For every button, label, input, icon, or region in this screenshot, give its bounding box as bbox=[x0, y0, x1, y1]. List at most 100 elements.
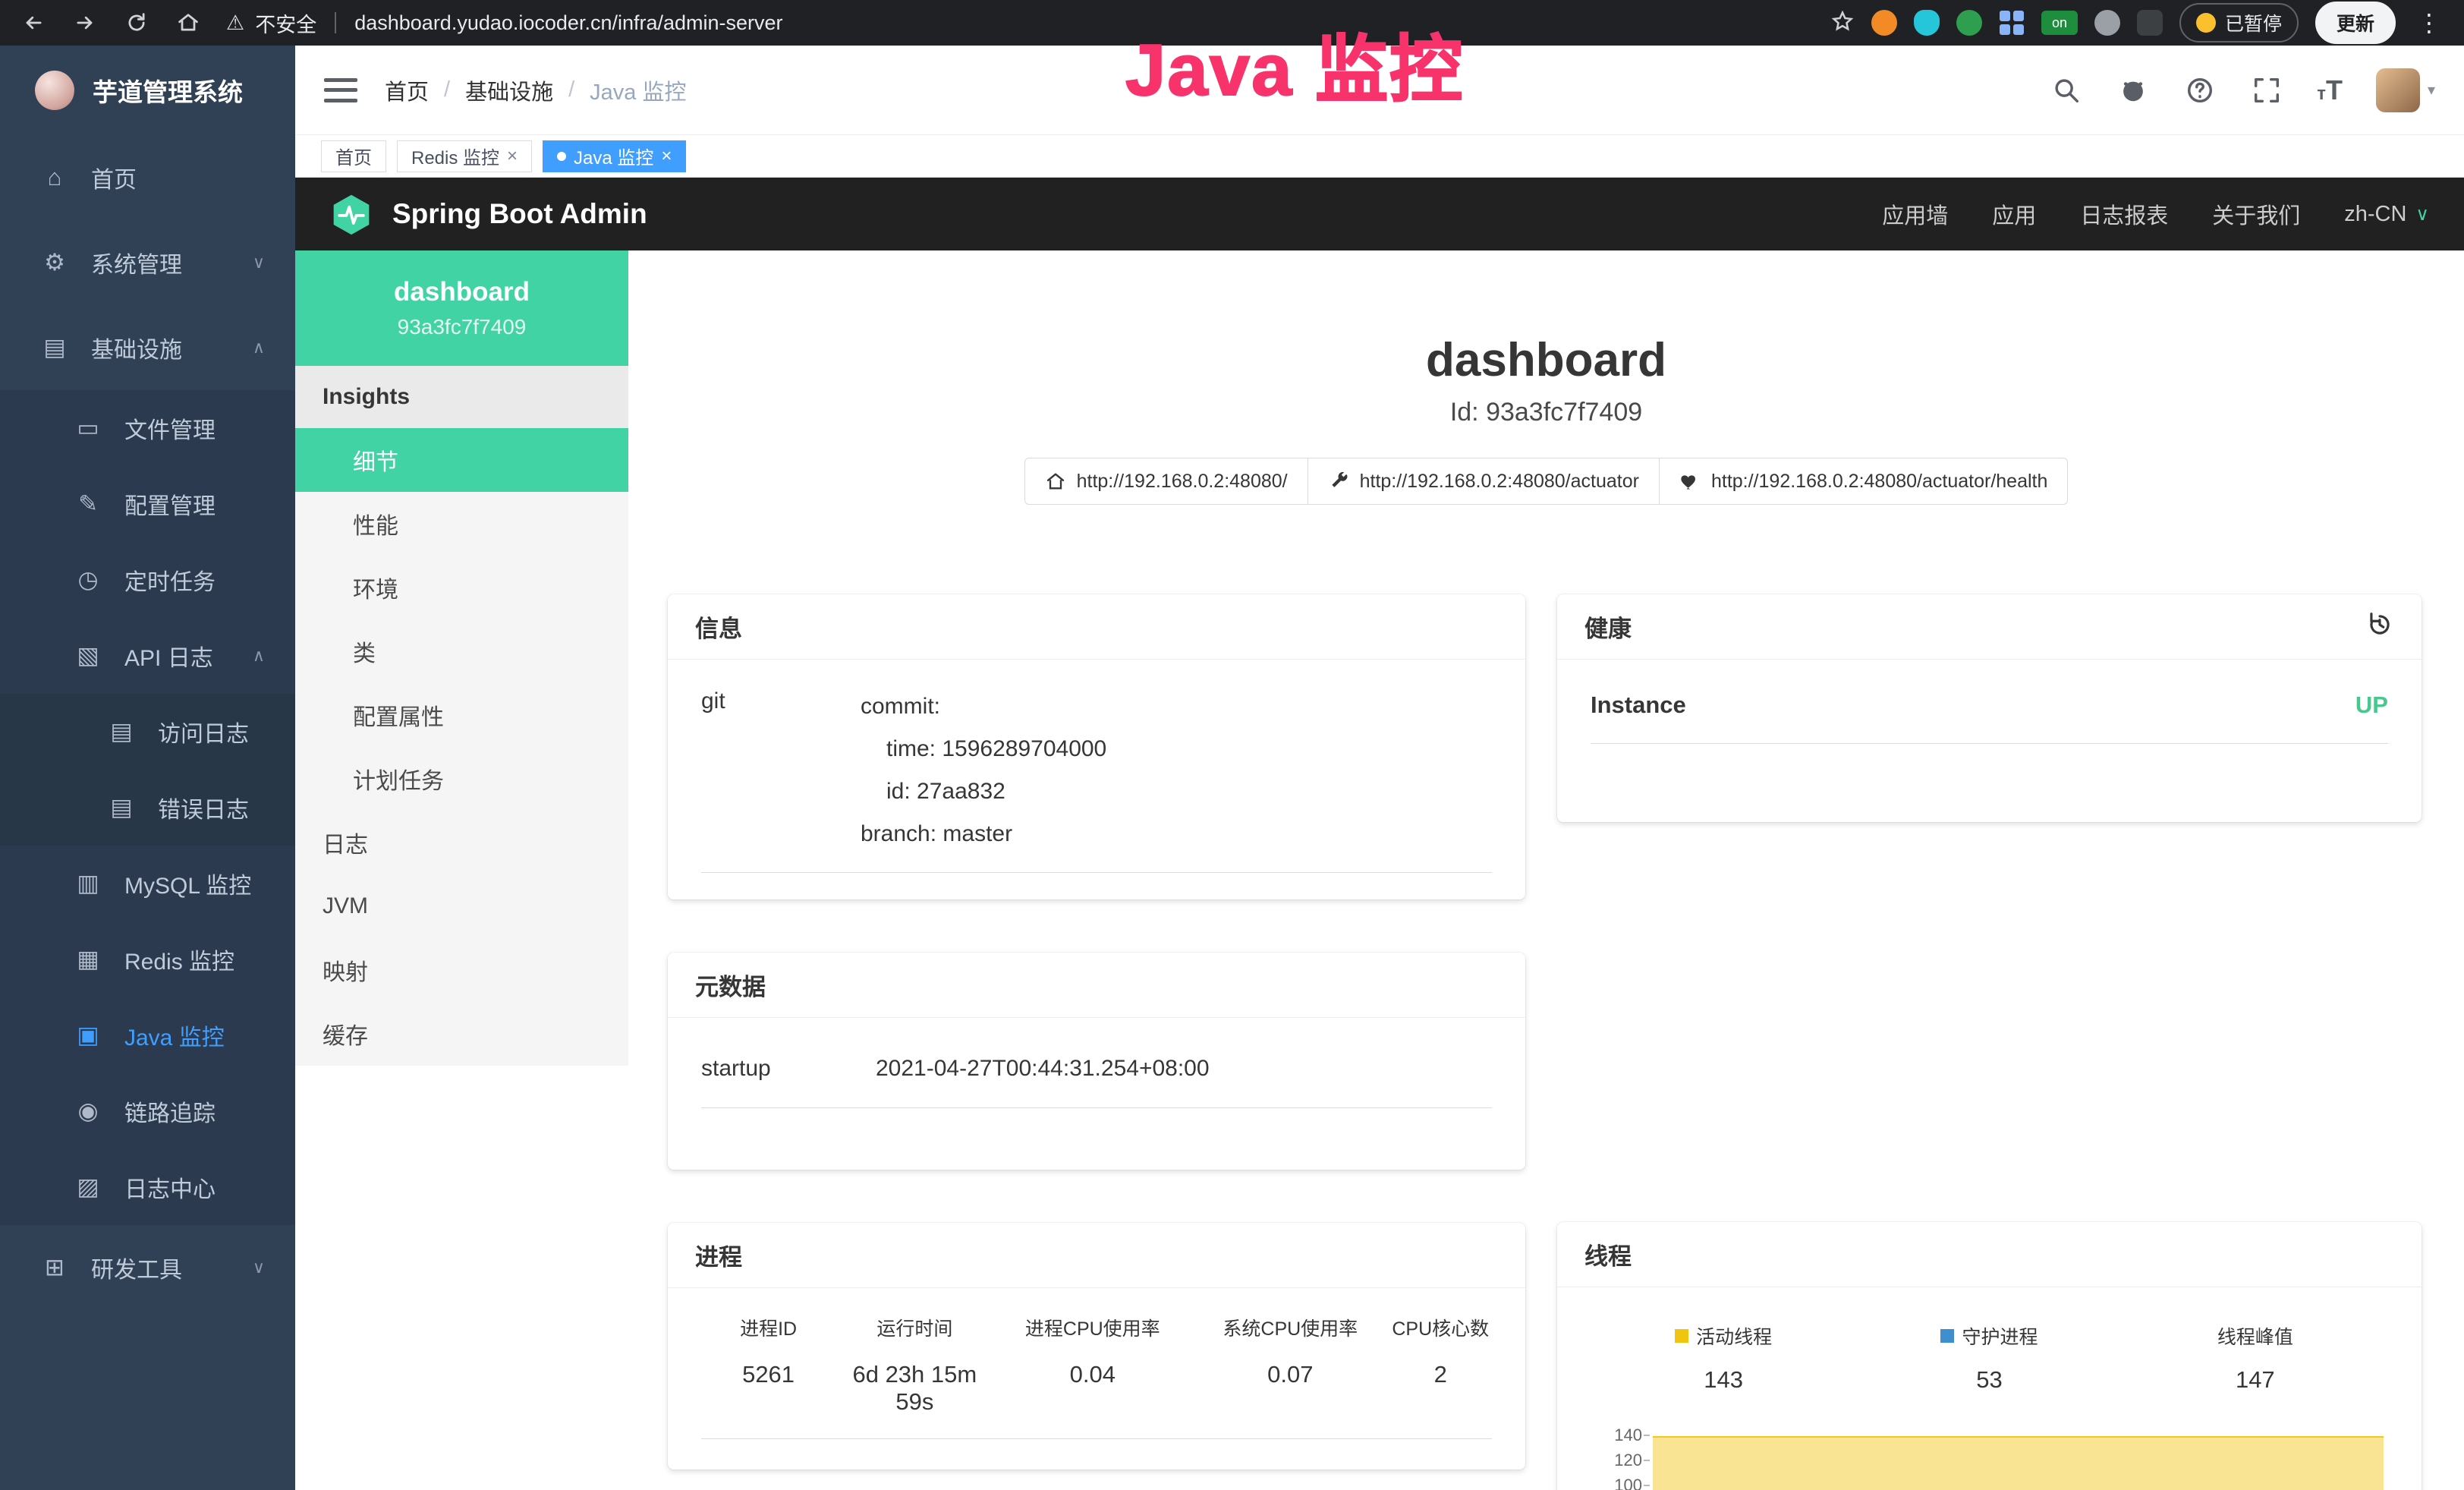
app-logo-avatar bbox=[35, 71, 74, 110]
chevron-down-icon: ∨ bbox=[2415, 203, 2429, 225]
back-icon[interactable] bbox=[18, 8, 49, 38]
close-icon[interactable]: × bbox=[661, 147, 672, 165]
sidebar-item-mysql-monitor[interactable]: ▥ MySQL 监控 bbox=[0, 846, 295, 921]
sidebar-item-tracing[interactable]: ◉ 链路追踪 bbox=[0, 1073, 295, 1149]
menu-item-environment[interactable]: 环境 bbox=[295, 556, 628, 619]
legend-swatch bbox=[1940, 1329, 1954, 1343]
menu-item-classes[interactable]: 类 bbox=[295, 619, 628, 683]
edit-icon: ✎ bbox=[71, 490, 105, 518]
extension-icon[interactable] bbox=[2094, 10, 2120, 36]
fullscreen-icon[interactable] bbox=[2250, 74, 2283, 107]
instance-id: 93a3fc7f7409 bbox=[398, 315, 527, 339]
sidebar-item-config-management[interactable]: ✎ 配置管理 bbox=[0, 466, 295, 542]
sidebar-item-redis-monitor[interactable]: ▦ Redis 监控 bbox=[0, 921, 295, 997]
nav-wallboard[interactable]: 应用墙 bbox=[1882, 198, 1948, 230]
font-size-icon[interactable]: тT bbox=[2317, 74, 2343, 106]
breadcrumb-home[interactable]: 首页 bbox=[385, 74, 429, 106]
sidebar-item-access-logs[interactable]: ▤ 访问日志 bbox=[0, 694, 295, 770]
nav-journal[interactable]: 日志报表 bbox=[2080, 198, 2168, 230]
tab-redis-monitor[interactable]: Redis 监控 × bbox=[397, 140, 532, 172]
browser-home-icon[interactable] bbox=[173, 8, 203, 38]
tab-home[interactable]: 首页 bbox=[321, 140, 386, 172]
chevron-up-icon: ∧ bbox=[253, 338, 265, 358]
chart-area-series bbox=[1653, 1436, 2384, 1490]
process-values-row: 5261 6d 23h 15m 59s 0.04 0.07 2 bbox=[701, 1361, 1492, 1439]
health-url-link[interactable]: http://192.168.0.2:48080/actuator/health bbox=[1659, 458, 2068, 505]
extension-icon[interactable] bbox=[1956, 10, 1982, 36]
breadcrumb-separator bbox=[568, 77, 574, 102]
close-icon[interactable]: × bbox=[507, 147, 518, 165]
breadcrumb-infrastructure[interactable]: 基础设施 bbox=[465, 74, 553, 106]
log-icon: ▧ bbox=[71, 642, 105, 669]
extension-grid-icon[interactable] bbox=[1999, 10, 2025, 36]
refresh-icon[interactable] bbox=[121, 8, 152, 38]
menu-item-details[interactable]: 细节 bbox=[295, 428, 628, 492]
profile-paused-badge[interactable]: 已暂停 bbox=[2179, 3, 2299, 43]
menu-section-insights: Insights bbox=[295, 366, 628, 428]
menu-item-mappings[interactable]: 映射 bbox=[295, 938, 628, 1002]
threads-card: 线程 活动线程 143 守护进程 53 bbox=[1557, 1222, 2422, 1490]
sidebar-item-infrastructure[interactable]: ▤ 基础设施 ∧ bbox=[0, 305, 295, 390]
sidebar-item-error-logs[interactable]: ▤ 错误日志 bbox=[0, 770, 295, 846]
admin-sidebar: 芋道管理系统 ⌂ 首页 ⚙ 系统管理 ∨ ▤ 基础设施 ∧ ▭ 文件管理 ✎ bbox=[0, 46, 295, 1490]
sidebar-item-system[interactable]: ⚙ 系统管理 ∨ bbox=[0, 220, 295, 305]
sidebar-item-dev-tools[interactable]: ⊞ 研发工具 ∨ bbox=[0, 1225, 295, 1310]
app-title: 芋道管理系统 bbox=[93, 72, 243, 109]
locale-select[interactable]: zh-CN ∨ bbox=[2344, 202, 2429, 227]
extension-on-badge[interactable]: on bbox=[2041, 11, 2078, 35]
history-icon[interactable] bbox=[2365, 610, 2394, 643]
sidebar-menu: ⌂ 首页 ⚙ 系统管理 ∨ ▤ 基础设施 ∧ ▭ 文件管理 ✎ 配置管理 bbox=[0, 135, 295, 1310]
sidebar-item-file-management[interactable]: ▭ 文件管理 bbox=[0, 390, 295, 466]
extension-icon[interactable] bbox=[1871, 10, 1897, 36]
chrome-update-button[interactable]: 更新 bbox=[2315, 2, 2396, 44]
sba-nav: 应用墙 应用 日志报表 关于我们 zh-CN ∨ bbox=[1882, 198, 2429, 230]
legend-live-threads: 活动线程 143 bbox=[1591, 1322, 1856, 1394]
card-title: 元数据 bbox=[695, 968, 766, 1002]
menu-item-caches[interactable]: 缓存 bbox=[295, 1002, 628, 1066]
instance-header[interactable]: dashboard 93a3fc7f7409 bbox=[295, 250, 628, 366]
avatar bbox=[2376, 68, 2420, 112]
tab-java-monitor[interactable]: Java 监控 × bbox=[543, 140, 686, 172]
actuator-url-link[interactable]: http://192.168.0.2:48080/actuator bbox=[1308, 458, 1660, 505]
card-title: 健康 bbox=[1584, 610, 1632, 644]
menu-item-jvm[interactable]: JVM bbox=[295, 874, 628, 938]
info-value: commit: time: 1596289704000 id: 27aa832 … bbox=[861, 685, 1492, 855]
gear-icon: ⚙ bbox=[38, 249, 71, 276]
info-card: 信息 git commit: time: 1596289704000 id: 2… bbox=[668, 594, 1525, 899]
mysql-icon: ▥ bbox=[71, 870, 105, 897]
file-icon: ▭ bbox=[71, 414, 105, 442]
github-icon[interactable] bbox=[2116, 74, 2150, 107]
search-icon[interactable] bbox=[2050, 74, 2083, 107]
app-logo[interactable]: 芋道管理系统 bbox=[0, 46, 295, 135]
security-label: 不安全 bbox=[255, 8, 316, 38]
extensions-puzzle-icon[interactable] bbox=[2137, 10, 2163, 36]
user-avatar[interactable]: ▾ bbox=[2376, 68, 2435, 112]
bookmark-star-icon[interactable] bbox=[1830, 9, 1855, 37]
process-card: 进程 进程ID 运行时间 进程CPU使用率 系统CPU使用率 CPU核心数 bbox=[668, 1223, 1525, 1470]
service-url-link[interactable]: http://192.168.0.2:48080/ bbox=[1024, 458, 1308, 505]
sidebar-collapse-icon[interactable] bbox=[324, 75, 357, 106]
help-icon[interactable] bbox=[2183, 74, 2217, 107]
sidebar-item-scheduled-jobs[interactable]: ◷ 定时任务 bbox=[0, 542, 295, 618]
menu-item-metrics[interactable]: 性能 bbox=[295, 492, 628, 556]
health-instance-label: Instance bbox=[1591, 691, 1686, 719]
sidebar-item-log-center[interactable]: ▨ 日志中心 bbox=[0, 1149, 295, 1225]
menu-item-logfile[interactable]: 日志 bbox=[295, 811, 628, 874]
sba-navbar: Spring Boot Admin 应用墙 应用 日志报表 关于我们 zh-CN… bbox=[295, 178, 2464, 250]
sidebar-item-java-monitor[interactable]: ▣ Java 监控 bbox=[0, 997, 295, 1073]
page-title: dashboard bbox=[628, 335, 2464, 386]
menu-item-config-properties[interactable]: 配置属性 bbox=[295, 683, 628, 747]
nav-applications[interactable]: 应用 bbox=[1992, 198, 2036, 230]
address-bar[interactable]: ⚠ 不安全 dashboard.yudao.iocoder.cn/infra/a… bbox=[226, 8, 783, 38]
info-row-git: git commit: time: 1596289704000 id: 27aa… bbox=[701, 685, 1492, 873]
browser-menu-icon[interactable]: ⋮ bbox=[2412, 8, 2446, 37]
chevron-down-icon: ∨ bbox=[253, 1258, 265, 1277]
sidebar-item-home[interactable]: ⌂ 首页 bbox=[0, 135, 295, 220]
card-title: 线程 bbox=[1584, 1237, 1632, 1271]
menu-item-scheduled-tasks[interactable]: 计划任务 bbox=[295, 747, 628, 811]
sidebar-item-api-logs[interactable]: ▧ API 日志 ∧ bbox=[0, 618, 295, 694]
forward-icon[interactable] bbox=[70, 8, 100, 38]
extension-icon[interactable] bbox=[1914, 10, 1940, 36]
nav-about[interactable]: 关于我们 bbox=[2212, 198, 2300, 230]
insights-menu: 细节 性能 环境 类 配置属性 计划任务 bbox=[295, 428, 628, 811]
